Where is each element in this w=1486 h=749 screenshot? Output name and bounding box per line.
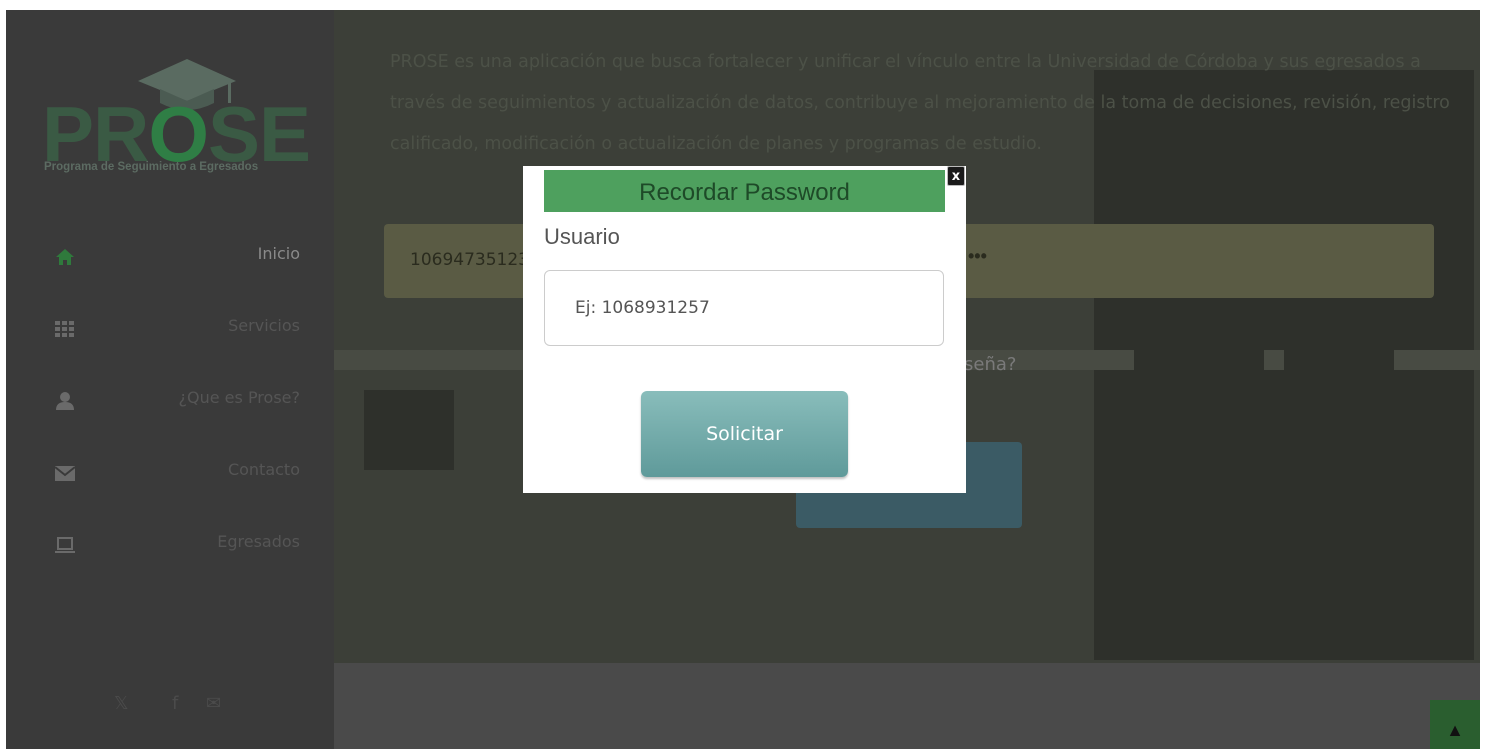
grid-icon	[55, 321, 74, 337]
background-window	[1284, 330, 1394, 440]
sidebar-item-label: Servicios	[228, 316, 300, 335]
sidebar-nav: Inicio Servicios ¿Que es Prose? Contacto…	[6, 222, 334, 582]
social-links: 𝕏 f ✉	[114, 693, 244, 733]
usuario-label: Usuario	[544, 224, 620, 249]
background-window	[364, 390, 454, 470]
facebook-icon[interactable]: f	[172, 693, 178, 714]
usuario-input[interactable]	[544, 270, 944, 346]
password-field[interactable]: •••	[968, 246, 987, 267]
mail-icon[interactable]: ✉	[206, 693, 221, 714]
modal-title: Recordar Password	[544, 170, 945, 212]
sidebar-item-label: ¿Que es Prose?	[178, 388, 300, 407]
background-window	[1134, 330, 1264, 440]
username-field[interactable]: 10694735123	[410, 250, 529, 270]
sidebar-item-egresados[interactable]: Egresados	[6, 510, 334, 582]
forgot-password-link[interactable]: seña?	[964, 354, 1016, 375]
sidebar-item-contacto[interactable]: Contacto	[6, 438, 334, 510]
envelope-icon	[54, 466, 76, 481]
sidebar: PROSE Programa de Seguimiento a Egresado…	[6, 10, 334, 749]
user-icon	[56, 392, 74, 410]
prose-logo[interactable]: PROSE Programa de Seguimiento a Egresado…	[36, 55, 316, 185]
logo-tagline: Programa de Seguimiento a Egresados	[44, 161, 259, 173]
sidebar-item-label: Inicio	[257, 244, 300, 263]
intro-text: PROSE es una aplicación que busca fortal…	[390, 52, 1450, 154]
sidebar-item-label: Egresados	[217, 532, 300, 551]
twitter-icon[interactable]: 𝕏	[114, 693, 129, 714]
sidebar-item-label: Contacto	[227, 460, 300, 479]
sidebar-item-inicio[interactable]: Inicio	[6, 222, 334, 294]
home-icon	[56, 249, 74, 265]
laptop-icon	[55, 537, 75, 553]
close-button[interactable]: x	[947, 166, 965, 186]
recover-password-modal: Recordar Password x Usuario Solicitar	[523, 166, 966, 493]
sidebar-item-servicios[interactable]: Servicios	[6, 294, 334, 366]
sidebar-item-que-es-prose[interactable]: ¿Que es Prose?	[6, 366, 334, 438]
page-footer	[334, 663, 1480, 749]
solicitar-button[interactable]: Solicitar	[641, 391, 848, 477]
scroll-top-button[interactable]: ▲	[1430, 700, 1480, 749]
